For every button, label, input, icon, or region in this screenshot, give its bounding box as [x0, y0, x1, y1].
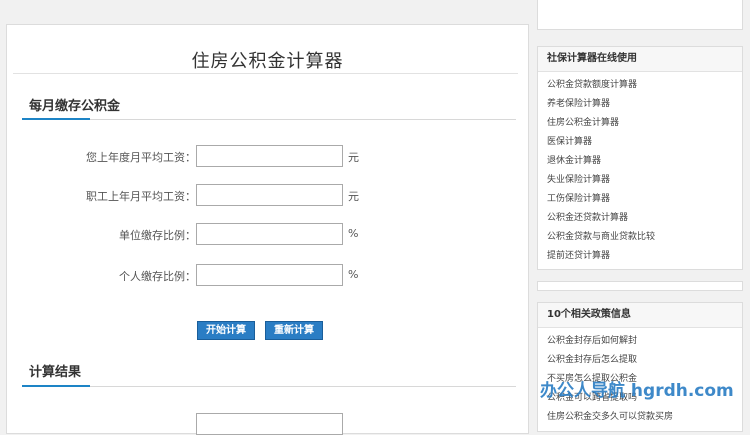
form-row-own-salary: 您上年度月平均工资： 元 [7, 145, 528, 169]
sidebar-link-medical[interactable]: 医保计算器 [547, 133, 742, 152]
sidebar-policy-panel: 10个相关政策信息 公积金封存后如何解封 公积金封存后怎么提取 不买房怎么提取公… [537, 302, 743, 432]
policy-link-unseal[interactable]: 公积金封存后如何解封 [547, 332, 742, 351]
sidebar-link-prepayment[interactable]: 提前还贷计算器 [547, 247, 742, 266]
company-rate-label: 单位缴存比例： [119, 229, 196, 242]
own-salary-unit: 元 [348, 151, 359, 164]
sidebar-link-loan-compare[interactable]: 公积金贷款与商业贷款比较 [547, 228, 742, 247]
sidebar-calculators-panel: 社保计算器在线使用 公积金贷款额度计算器 养老保险计算器 住房公积金计算器 医保… [537, 46, 743, 270]
personal-rate-input[interactable] [196, 264, 343, 286]
start-calculate-button[interactable]: 开始计算 [197, 321, 255, 340]
page-title: 住房公积金计算器 [191, 51, 344, 72]
personal-rate-unit: % [348, 268, 359, 281]
sidebar-link-loan-quota[interactable]: 公积金贷款额度计算器 [547, 76, 742, 95]
company-rate-input[interactable] [196, 223, 343, 245]
sidebar-link-housing-fund[interactable]: 住房公积金计算器 [547, 114, 742, 133]
company-rate-unit: % [348, 227, 359, 240]
sidebar-separator-box [537, 281, 743, 291]
sidebar-policy-title: 10个相关政策信息 [538, 303, 742, 328]
title-divider [13, 73, 518, 74]
employee-salary-input[interactable] [196, 184, 343, 206]
site-watermark: 办公人导航 hgrdh.com [540, 381, 734, 401]
result-field[interactable] [196, 413, 343, 435]
employee-salary-unit: 元 [348, 190, 359, 203]
personal-rate-label: 个人缴存比例： [119, 270, 196, 283]
sidebar-link-injury[interactable]: 工伤保险计算器 [547, 190, 742, 209]
employee-salary-label: 职工上年月平均工资： [86, 190, 196, 203]
own-salary-label: 您上年度月平均工资： [86, 151, 196, 164]
sidebar-link-fund-repayment[interactable]: 公积金还贷款计算器 [547, 209, 742, 228]
policy-link-sealed-withdraw[interactable]: 公积金封存后怎么提取 [547, 351, 742, 370]
section-heading-monthly: 每月缴存公积金 [29, 99, 121, 114]
section-heading-result: 计算结果 [29, 365, 82, 380]
section-divider-result [22, 385, 516, 387]
reset-calculate-button[interactable]: 重新计算 [265, 321, 323, 340]
form-row-company-rate: 单位缴存比例： % [7, 223, 528, 247]
calculator-panel: 住房公积金计算器 每月缴存公积金 您上年度月平均工资： 元 职工上年月平均工资：… [6, 24, 529, 435]
section-divider-monthly [22, 118, 516, 120]
sidebar-link-unemployment[interactable]: 失业保险计算器 [547, 171, 742, 190]
sidebar-link-pension[interactable]: 养老保险计算器 [547, 95, 742, 114]
sidebar-top-box [537, 0, 743, 30]
sidebar-calculators-title: 社保计算器在线使用 [538, 47, 742, 72]
form-row-employee-salary: 职工上年月平均工资： 元 [7, 184, 528, 208]
sidebar-link-retirement[interactable]: 退休金计算器 [547, 152, 742, 171]
form-row-personal-rate: 个人缴存比例： % [7, 264, 528, 288]
own-salary-input[interactable] [196, 145, 343, 167]
